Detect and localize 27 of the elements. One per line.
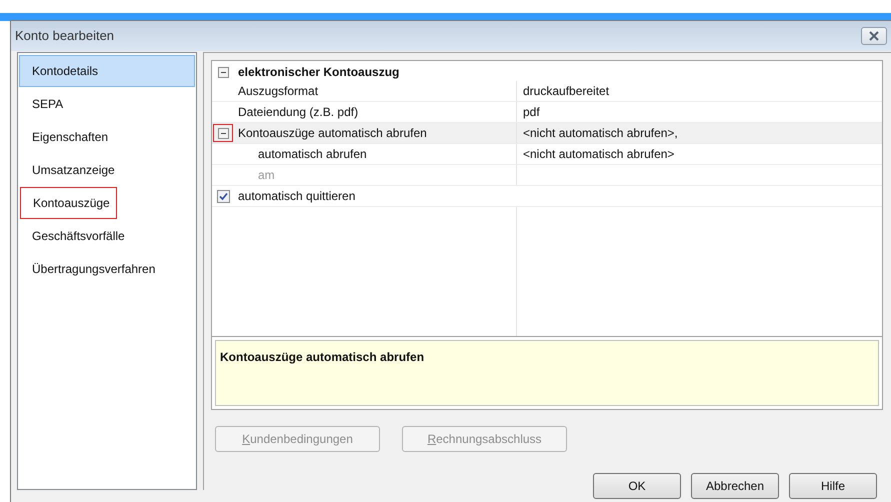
sidebar-item[interactable]: Eigenschaften bbox=[19, 120, 195, 152]
sidebar-item[interactable]: Übertragungsverfahren bbox=[19, 252, 195, 284]
property-value: <nicht automatisch abrufen> bbox=[522, 146, 674, 163]
description-text: Kontoauszüge automatisch abrufen bbox=[220, 350, 424, 364]
sidebar-item[interactable]: SEPA bbox=[19, 88, 195, 120]
property-label: automatisch abrufen bbox=[258, 146, 367, 163]
sidebar-item[interactable]: Umsatzanzeige bbox=[19, 154, 195, 186]
checkbox[interactable] bbox=[216, 190, 230, 202]
property-value: <nicht automatisch abrufen>, bbox=[522, 125, 678, 142]
sidebar-item[interactable]: Kontodetails bbox=[19, 54, 195, 86]
sidebar-item[interactable]: Geschäftsvorfälle bbox=[19, 220, 195, 252]
property-value: druckaufbereitet bbox=[522, 83, 610, 100]
collapse-toggle[interactable] bbox=[218, 128, 228, 138]
property-label: Dateiendung (z.B. pdf) bbox=[238, 104, 358, 121]
close-button[interactable] bbox=[861, 27, 887, 45]
property-value: pdf bbox=[522, 104, 540, 121]
checkbox-label: automatisch quittieren bbox=[237, 188, 356, 205]
close-icon bbox=[868, 31, 880, 41]
collapse-toggle[interactable] bbox=[218, 66, 228, 78]
property-label: am bbox=[258, 167, 275, 184]
window-title: Konto bearbeiten bbox=[15, 27, 114, 46]
dialog-button[interactable]: Abbrechen bbox=[691, 473, 779, 499]
property-label: Kontoauszüge automatisch abrufen bbox=[238, 125, 427, 142]
category-header: elektronischer Kontoauszug bbox=[237, 64, 400, 81]
property-label: Auszugsformat bbox=[238, 83, 318, 100]
dialog-button[interactable]: OK bbox=[593, 473, 681, 499]
dialog-button[interactable]: Hilfe bbox=[789, 473, 877, 499]
